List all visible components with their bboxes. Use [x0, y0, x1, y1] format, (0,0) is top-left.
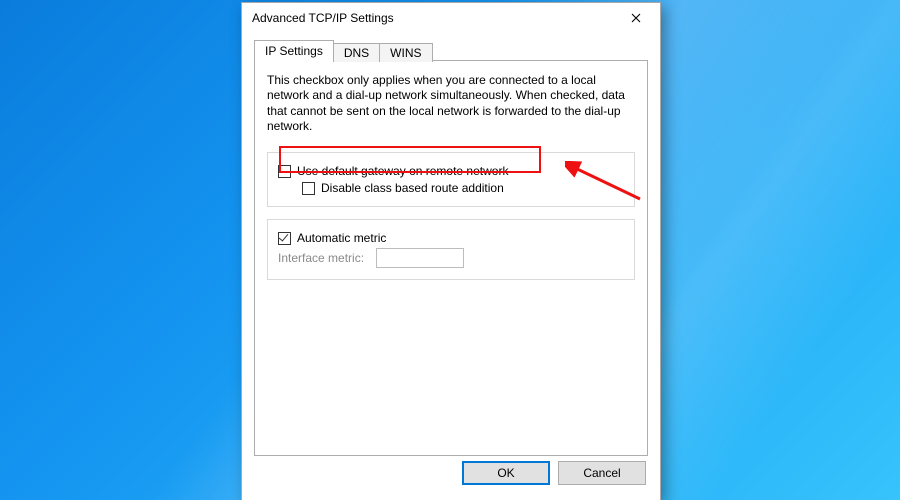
tab-ip-settings[interactable]: IP Settings	[254, 40, 334, 61]
tab-page-ip-settings: This checkbox only applies when you are …	[254, 60, 648, 456]
use-default-gateway-label: Use default gateway on remote network	[297, 164, 508, 178]
disable-class-route-label: Disable class based route addition	[321, 181, 504, 195]
metric-group: Automatic metric Interface metric:	[267, 219, 635, 280]
advanced-tcpip-settings-dialog: Advanced TCP/IP Settings IP Settings DNS…	[241, 2, 661, 500]
automatic-metric-label: Automatic metric	[297, 231, 386, 245]
automatic-metric-checkbox[interactable]	[278, 232, 291, 245]
gateway-group: Use default gateway on remote network Di…	[267, 152, 635, 207]
disable-class-route-checkbox[interactable]	[302, 182, 315, 195]
use-default-gateway-checkbox[interactable]	[278, 165, 291, 178]
interface-metric-label: Interface metric:	[278, 251, 364, 265]
tab-dns[interactable]: DNS	[333, 43, 380, 62]
close-icon	[631, 13, 641, 23]
close-button[interactable]	[616, 4, 656, 32]
window-title: Advanced TCP/IP Settings	[252, 11, 616, 25]
description-text: This checkbox only applies when you are …	[267, 73, 635, 134]
client-area: IP Settings DNS WINS This checkbox only …	[242, 33, 660, 500]
titlebar: Advanced TCP/IP Settings	[242, 3, 660, 33]
ok-button[interactable]: OK	[462, 461, 550, 485]
button-bar: OK Cancel	[254, 456, 648, 490]
tab-strip: IP Settings DNS WINS	[254, 39, 648, 61]
interface-metric-input	[376, 248, 464, 268]
tab-wins[interactable]: WINS	[379, 43, 432, 62]
cancel-button[interactable]: Cancel	[558, 461, 646, 485]
